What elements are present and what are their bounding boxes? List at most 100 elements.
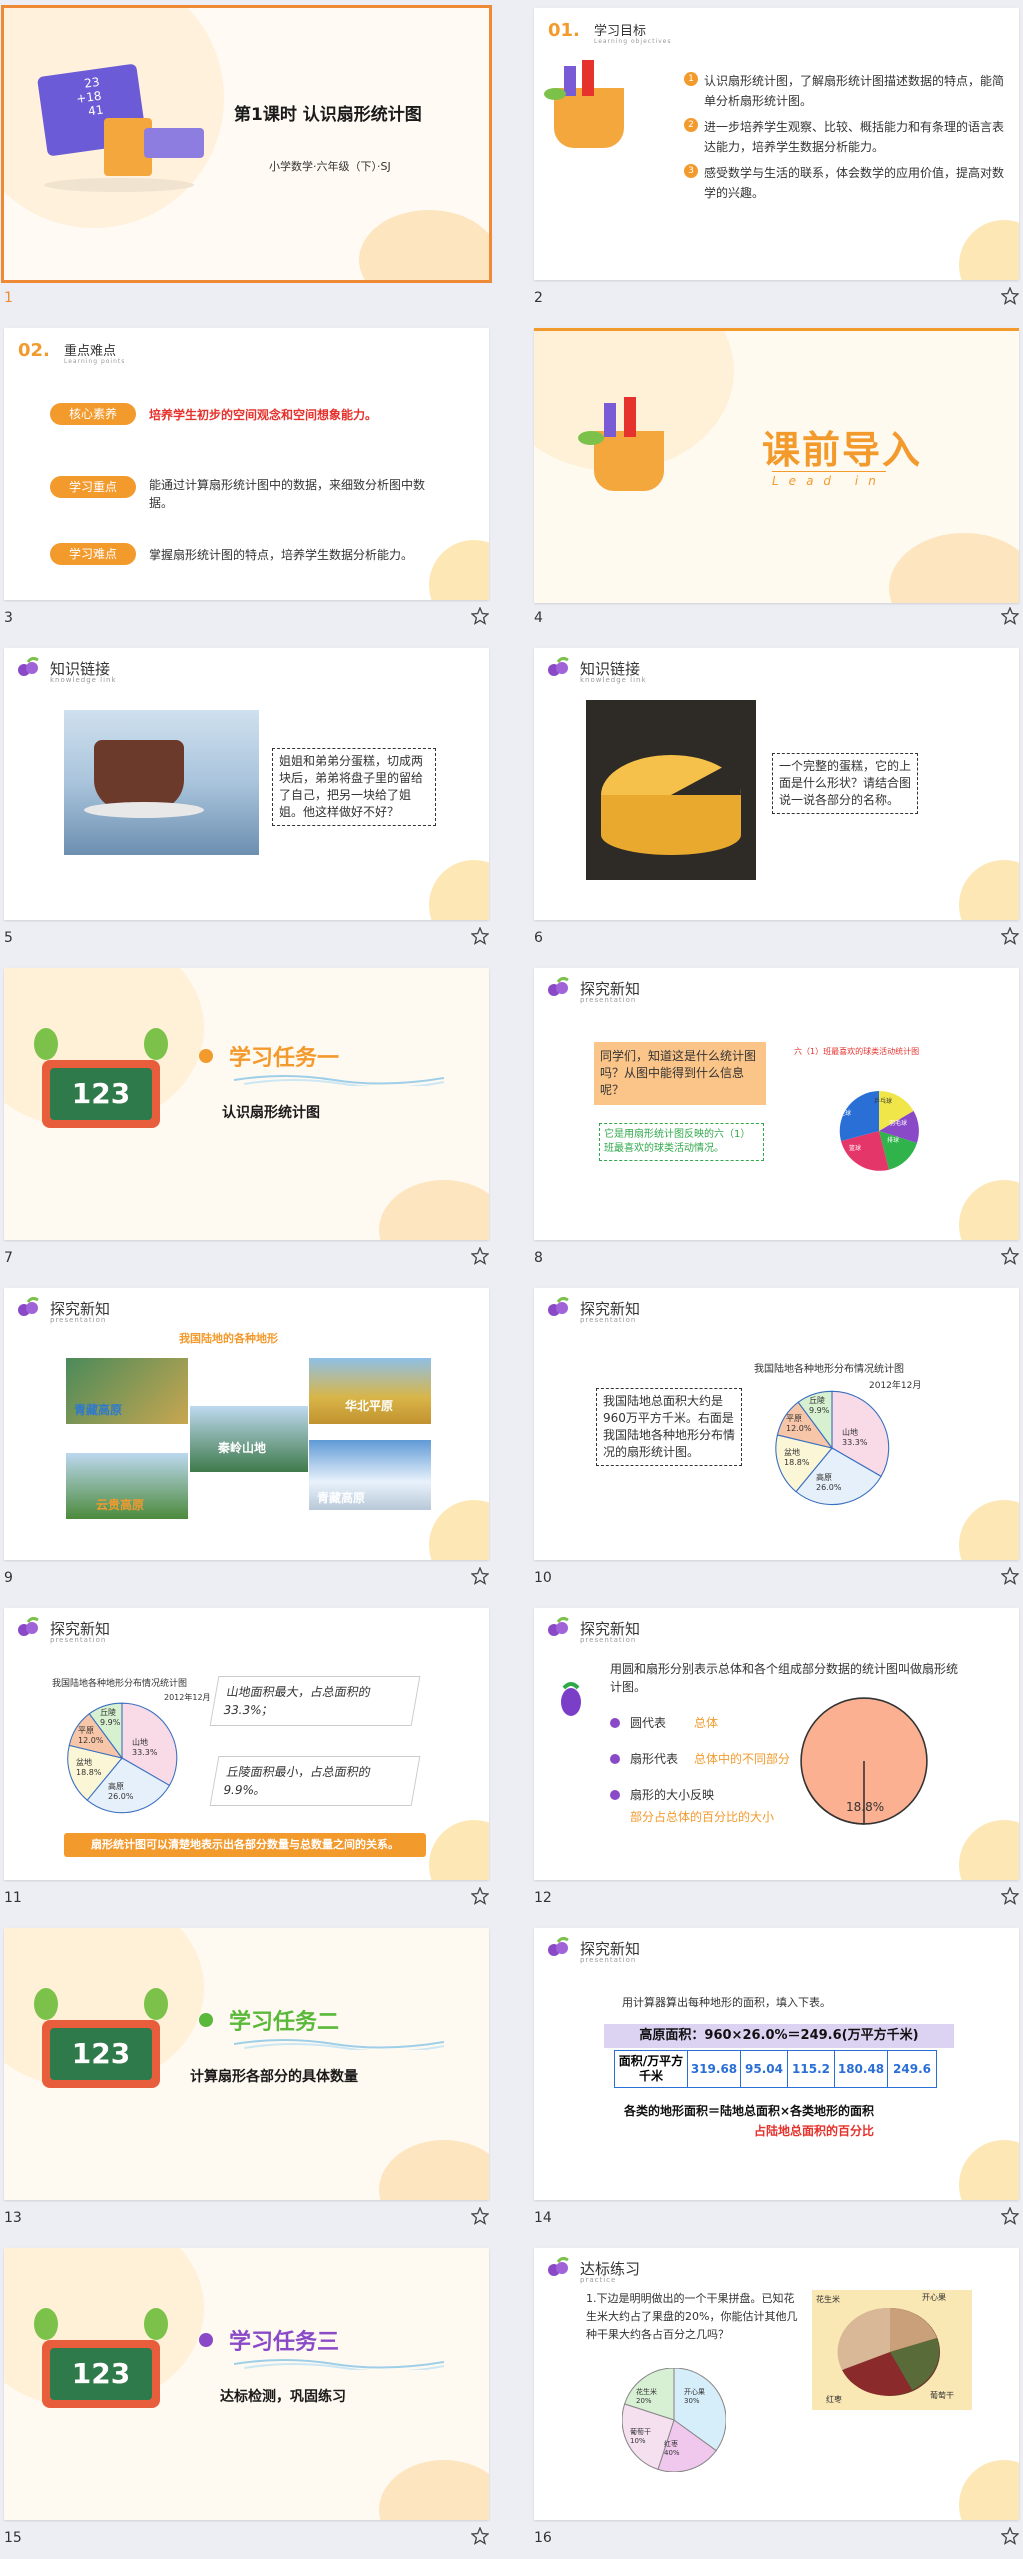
star-icon[interactable]	[471, 2527, 489, 2545]
slide-10[interactable]: 探究新知 presentation 我国陆地总面积大约是960万平方千米。右面是…	[534, 1288, 1019, 1560]
star-icon[interactable]	[1001, 2527, 1019, 2545]
slide-16[interactable]: 达标练习 practice 1.下边是明明做出的一个干果拼盘。已知花生米大约占了…	[534, 2248, 1019, 2520]
slide-6[interactable]: 知识链接 knowledge link 一个完整的蛋糕，它的上面是什么形状？请结…	[534, 648, 1019, 920]
slide-thumb-5[interactable]: 知识链接 knowledge link 姐姐和弟弟分蛋糕，切成两块后，弟弟将盘子…	[4, 648, 489, 948]
star-icon[interactable]	[1001, 1567, 1019, 1585]
pie-label: 山地 33.3%	[842, 1428, 868, 1447]
slide-number: 1	[4, 290, 13, 306]
star-icon[interactable]	[471, 2207, 489, 2225]
grape-icon	[18, 656, 39, 676]
star-icon[interactable]	[1001, 1887, 1019, 1905]
slide-9[interactable]: 探究新知 presentation 我国陆地的各种地形 青藏高原 华北平原 秦岭…	[4, 1288, 489, 1560]
star-icon[interactable]	[1001, 287, 1019, 305]
shadow	[44, 178, 194, 192]
slide-thumb-8[interactable]: 探究新知 presentation 同学们，知道这是什么统计图吗？从图中能得到什…	[534, 968, 1019, 1268]
item-key: 扇形的大小反映	[630, 1788, 715, 1802]
slide-thumb-13[interactable]: 123 学习任务二 计算扇形各部分的具体数量 13	[4, 1928, 489, 2228]
formula-bar: 高原面积：960×26.0%＝249.6(万平方千米)	[604, 2024, 954, 2048]
slide-3[interactable]: 02. 重点难点 Learning points 核心素养 培养学生初步的空间观…	[4, 328, 489, 600]
slide-number: 14	[534, 2210, 552, 2226]
tag-pill: 学习难点	[50, 543, 136, 565]
bullet-dot	[199, 1049, 213, 1063]
slide-thumb-7[interactable]: 123 学习任务一 认识扇形统计图 7	[4, 968, 489, 1268]
slide-thumb-9[interactable]: 探究新知 presentation 我国陆地的各种地形 青藏高原 华北平原 秦岭…	[4, 1288, 489, 1588]
cake-slice-illustration	[601, 755, 741, 855]
grape-icon	[548, 2256, 569, 2276]
slide-thumb-10[interactable]: 探究新知 presentation 我国陆地总面积大约是960万平方千米。右面是…	[534, 1288, 1019, 1588]
board-digits: 123	[50, 2348, 152, 2400]
bullet-icon: 2	[684, 118, 698, 132]
star-icon[interactable]	[471, 1247, 489, 1265]
chart-title: 六（1）班最喜欢的球类活动统计图	[794, 1047, 920, 1056]
photo-label: 红枣	[826, 2395, 842, 2404]
slide-thumb-3[interactable]: 02. 重点难点 Learning points 核心素养 培养学生初步的空间观…	[4, 328, 489, 628]
slide-heading-en: knowledge link	[580, 676, 647, 684]
bg-blob	[959, 2140, 1019, 2200]
leaf-icon	[34, 1988, 58, 2020]
slide-5[interactable]: 知识链接 knowledge link 姐姐和弟弟分蛋糕，切成两块后，弟弟将盘子…	[4, 648, 489, 920]
slide-13[interactable]: 123 学习任务二 计算扇形各部分的具体数量	[4, 1928, 489, 2200]
slide-number: 5	[4, 930, 13, 946]
slide-4[interactable]: 课前导入 Lead in	[534, 328, 1019, 603]
bg-blob	[379, 2140, 489, 2200]
pie-label: 丘陵 9.9%	[100, 1708, 121, 1727]
star-icon[interactable]	[471, 1567, 489, 1585]
pie-label: 足球	[839, 1110, 852, 1117]
section-number: 01.	[548, 20, 580, 41]
section-heading: 学习目标	[594, 24, 647, 39]
board-digits: 123	[50, 2028, 152, 2080]
slide-thumb-16[interactable]: 达标练习 practice 1.下边是明明做出的一个干果拼盘。已知花生米大约占了…	[534, 2248, 1019, 2548]
slide-thumb-14[interactable]: 探究新知 presentation 用计算器算出每种地形的面积，填入下表。 高原…	[534, 1928, 1019, 2228]
difficulty-text: 掌握扇形统计图的特点，培养学生数据分析能力。	[149, 548, 414, 562]
star-icon[interactable]	[471, 1887, 489, 1905]
pie-label: 盆地 18.8%	[76, 1758, 102, 1777]
pie-label: 平原 12.0%	[78, 1726, 104, 1745]
slide-15[interactable]: 123 学习任务三 达标检测，巩固练习	[4, 2248, 489, 2520]
item-value: 总体	[694, 1716, 719, 1730]
terrain-photo: 青藏高原	[66, 1358, 188, 1424]
bg-blob	[959, 220, 1019, 280]
star-icon[interactable]	[1001, 607, 1019, 625]
slide-thumb-11[interactable]: 探究新知 presentation 我国陆地各种地形分布情况统计图 2012年1…	[4, 1608, 489, 1908]
chart-title: 我国陆地各种地形分布情况统计图	[52, 1679, 188, 1689]
bullet-icon	[610, 1754, 620, 1764]
pie-label: 羽毛球	[889, 1120, 908, 1127]
star-icon[interactable]	[1001, 927, 1019, 945]
bg-blob	[429, 540, 489, 600]
terrain-photo: 秦岭山地	[190, 1406, 308, 1472]
slide-thumb-1[interactable]: 23 +18 41 第1课时 认识扇形统计图 小学数学·六年级（下）·SJ 1	[1, 5, 492, 308]
section-number: 02.	[18, 340, 50, 361]
book-icon	[144, 128, 204, 158]
slide-number: 7	[4, 1250, 13, 1266]
star-icon[interactable]	[1001, 2207, 1019, 2225]
chart-title: 我国陆地各种地形分布情况统计图	[754, 1364, 904, 1375]
star-icon[interactable]	[471, 607, 489, 625]
section-title: 课前导入	[762, 428, 923, 472]
task-subtitle: 计算扇形各部分的具体数量	[190, 2069, 358, 2085]
bg-blob	[379, 2460, 489, 2520]
slide-thumb-4[interactable]: 课前导入 Lead in 4	[534, 328, 1019, 628]
slide-2[interactable]: 01. 学习目标 Learning objectives 1 认识扇形统计图，了…	[534, 8, 1019, 280]
leaf-icon	[578, 431, 604, 445]
bg-blob	[959, 2460, 1019, 2520]
pie-label: 花生米 20%	[636, 2388, 657, 2405]
cake-photo	[586, 700, 756, 880]
slide-thumb-12[interactable]: 探究新知 presentation 用圆和扇形分别表示总体和各个组成部分数据的统…	[534, 1608, 1019, 1908]
nut-platter-photo: 花生米 开心果 葡萄干 红枣	[812, 2290, 972, 2410]
slide-12[interactable]: 探究新知 presentation 用圆和扇形分别表示总体和各个组成部分数据的统…	[534, 1608, 1019, 1880]
star-icon[interactable]	[1001, 1247, 1019, 1265]
board-123-illustration: 123	[42, 2020, 160, 2088]
slide-thumb-15[interactable]: 123 学习任务三 达标检测，巩固练习 15	[4, 2248, 489, 2548]
slide-thumb-2[interactable]: 01. 学习目标 Learning objectives 1 认识扇形统计图，了…	[534, 8, 1019, 308]
star-icon[interactable]	[471, 927, 489, 945]
goal-item: 1 认识扇形统计图，了解扇形统计图描述数据的特点，能简单分析扇形统计图。	[684, 70, 1004, 110]
bg-blob	[959, 1820, 1019, 1880]
slide-11[interactable]: 探究新知 presentation 我国陆地各种地形分布情况统计图 2012年1…	[4, 1608, 489, 1880]
slide-thumb-6[interactable]: 知识链接 knowledge link 一个完整的蛋糕，它的上面是什么形状？请结…	[534, 648, 1019, 948]
bg-blob	[959, 1500, 1019, 1560]
slide-7[interactable]: 123 学习任务一 认识扇形统计图	[4, 968, 489, 1240]
presentation-subtitle: 小学数学·六年级（下）·SJ	[269, 160, 391, 173]
slide-1[interactable]: 23 +18 41 第1课时 认识扇形统计图 小学数学·六年级（下）·SJ	[1, 5, 492, 283]
slide-8[interactable]: 探究新知 presentation 同学们，知道这是什么统计图吗？从图中能得到什…	[534, 968, 1019, 1240]
slide-14[interactable]: 探究新知 presentation 用计算器算出每种地形的面积，填入下表。 高原…	[534, 1928, 1019, 2200]
